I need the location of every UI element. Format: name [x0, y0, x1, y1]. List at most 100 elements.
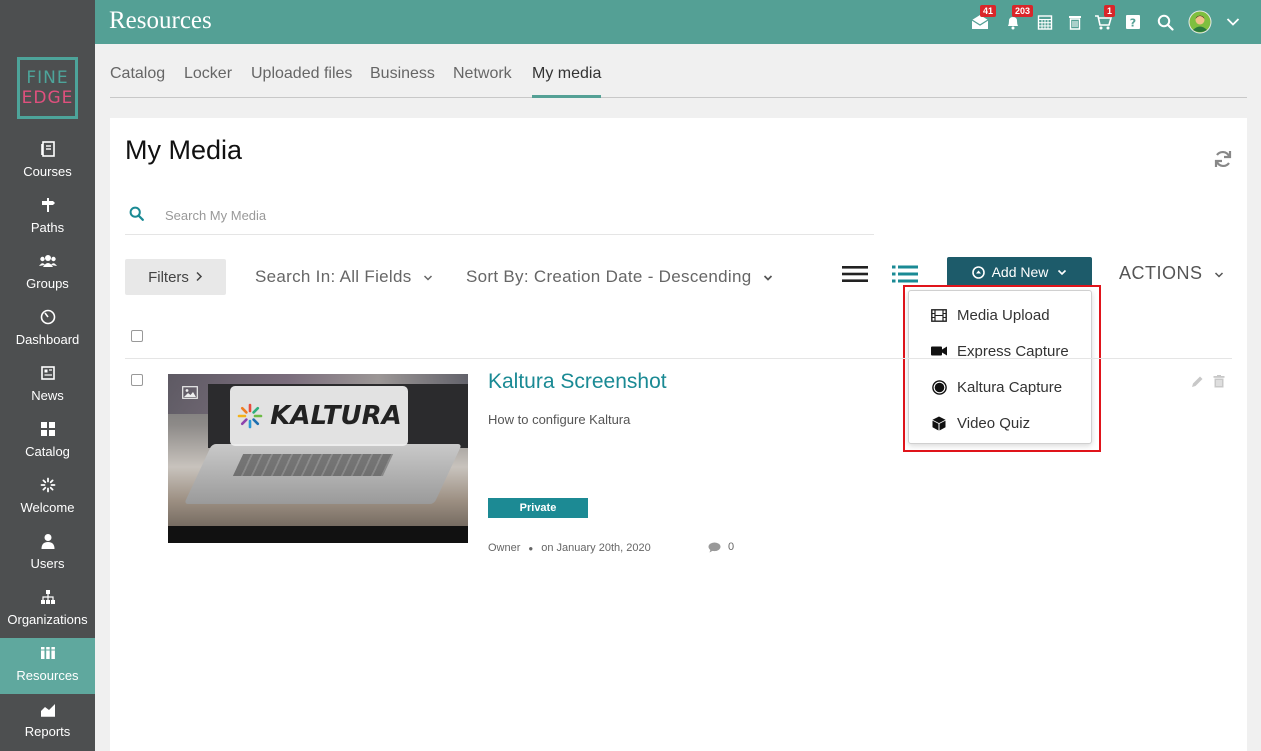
chevron-down-icon: [763, 267, 773, 287]
entry-title-link[interactable]: Kaltura Screenshot: [488, 370, 667, 394]
edit-icon[interactable]: [1191, 375, 1204, 393]
news-icon: [39, 364, 57, 382]
top-bar: Resources 41 203 1 ?: [95, 0, 1261, 44]
sidebar-item-users[interactable]: Users: [0, 526, 95, 582]
users-icon: [39, 532, 57, 550]
search-icon[interactable]: [1155, 12, 1175, 32]
welcome-icon: [39, 476, 57, 494]
entry-owner: Owner: [488, 542, 521, 554]
list-view-icon[interactable]: [842, 264, 868, 284]
chevron-down-icon: [1214, 263, 1224, 284]
sidebar-item-label: Paths: [30, 220, 65, 235]
logo-line-1: FINE: [26, 68, 69, 88]
add-new-button[interactable]: Add New: [947, 257, 1092, 287]
actions-dropdown[interactable]: ACTIONS: [1119, 263, 1224, 284]
entry-meta: Owner ● on January 20th, 2020: [488, 542, 651, 554]
menu-item-label: Media Upload: [957, 306, 1050, 324]
search-in-dropdown[interactable]: Search In: All Fields: [255, 267, 433, 287]
thumbnail-keyboard: [232, 454, 394, 476]
sort-by-label: Sort By: Creation Date - Descending: [466, 267, 752, 286]
courses-icon: [39, 140, 57, 158]
add-circle-icon: [971, 265, 985, 279]
messages-badge: 41: [980, 5, 997, 17]
chevron-down-icon: [423, 267, 433, 287]
kaltura-logo-mark: [237, 403, 263, 429]
trash-icon[interactable]: [1065, 12, 1085, 32]
menu-item-video-quiz[interactable]: Video Quiz: [909, 405, 1091, 441]
sidebar-item-news[interactable]: News: [0, 358, 95, 414]
sidebar-item-label: Courses: [23, 164, 72, 179]
search-bar: [125, 198, 874, 235]
sidebar-item-label: News: [31, 388, 64, 403]
fine-edge-logo[interactable]: FINE EDGE: [17, 57, 78, 119]
record-icon: [930, 379, 948, 395]
sidebar-item-groups[interactable]: Groups: [0, 246, 95, 302]
chevron-right-icon: [195, 269, 203, 286]
menu-item-media-upload[interactable]: Media Upload: [909, 297, 1091, 333]
tab-uploaded-files[interactable]: Uploaded files: [251, 65, 352, 98]
filters-label: Filters: [148, 268, 189, 286]
entry-thumbnail[interactable]: KALTURA: [168, 374, 468, 543]
sidebar-item-welcome[interactable]: Welcome: [0, 470, 95, 526]
messages-icon[interactable]: 41: [970, 5, 997, 32]
groups-icon: [38, 252, 57, 270]
search-input[interactable]: [165, 202, 865, 228]
menu-item-kaltura-capture[interactable]: Kaltura Capture: [909, 369, 1091, 405]
catalog-icon: [39, 420, 57, 438]
sidebar-item-resources[interactable]: Resources: [0, 638, 95, 694]
svg-text:?: ?: [1130, 17, 1136, 30]
chevron-down-icon[interactable]: [1223, 12, 1243, 32]
detailed-view-icon[interactable]: [892, 264, 918, 284]
sidebar-item-label: Reports: [24, 724, 71, 739]
logo-line-2: EDGE: [21, 88, 74, 108]
menu-item-express-capture[interactable]: Express Capture: [909, 333, 1091, 369]
sidebar-item-organizations[interactable]: Organizations: [0, 582, 95, 638]
delete-icon[interactable]: [1213, 375, 1225, 393]
sidebar-item-catalog[interactable]: Catalog: [0, 414, 95, 470]
notifications-badge: 203: [1012, 5, 1034, 17]
tab-business[interactable]: Business: [370, 65, 435, 98]
dashboard-icon: [39, 308, 57, 326]
sidebar-item-reports[interactable]: Reports: [0, 694, 95, 750]
sidebar-item-paths[interactable]: Paths: [0, 190, 95, 246]
tab-network[interactable]: Network: [453, 65, 512, 98]
refresh-icon[interactable]: [1213, 149, 1233, 169]
sidebar-item-label: Resources: [16, 668, 79, 683]
cube-icon: [930, 416, 948, 431]
image-icon: [182, 386, 198, 404]
sort-by-dropdown[interactable]: Sort By: Creation Date - Descending: [466, 267, 773, 287]
entry-description: How to configure Kaltura: [488, 412, 631, 427]
add-new-menu: Media Upload Express Capture Kaltura Cap…: [908, 290, 1092, 444]
video-camera-icon: [930, 345, 948, 357]
tab-locker[interactable]: Locker: [184, 65, 232, 98]
comment-count: 0: [728, 541, 735, 553]
sidebar-item-dashboard[interactable]: Dashboard: [0, 302, 95, 358]
reports-icon: [39, 700, 57, 718]
calendar-icon[interactable]: [1035, 12, 1055, 32]
select-all-checkbox[interactable]: [131, 330, 143, 342]
sidebar-item-label: Catalog: [25, 444, 70, 459]
add-new-label: Add New: [991, 264, 1049, 280]
comment-icon: [708, 542, 721, 553]
notifications-icon[interactable]: 203: [1003, 5, 1034, 32]
film-icon: [930, 308, 948, 322]
kaltura-logo: KALTURA: [230, 386, 408, 446]
tab-catalog[interactable]: Catalog: [110, 65, 165, 98]
section-title: My Media: [125, 135, 243, 165]
actions-label: ACTIONS: [1119, 263, 1203, 283]
entry-comments[interactable]: 0: [708, 541, 734, 553]
bullet-separator: ●: [528, 543, 534, 553]
sidebar-item-label: Groups: [26, 276, 69, 291]
organizations-icon: [39, 588, 57, 606]
avatar[interactable]: [1188, 10, 1212, 34]
cart-icon[interactable]: 1: [1093, 5, 1116, 32]
filters-button[interactable]: Filters: [125, 259, 226, 295]
status-badge: Private: [488, 498, 588, 518]
resource-tabs: Catalog Locker Uploaded files Business N…: [110, 44, 1247, 98]
tab-my-media[interactable]: My media: [532, 65, 602, 98]
sidebar-item-label: Users: [30, 556, 65, 571]
entry-checkbox[interactable]: [131, 374, 143, 386]
paths-icon: [39, 196, 57, 214]
help-icon[interactable]: ?: [1123, 12, 1143, 32]
sidebar-item-courses[interactable]: Courses: [0, 134, 95, 190]
